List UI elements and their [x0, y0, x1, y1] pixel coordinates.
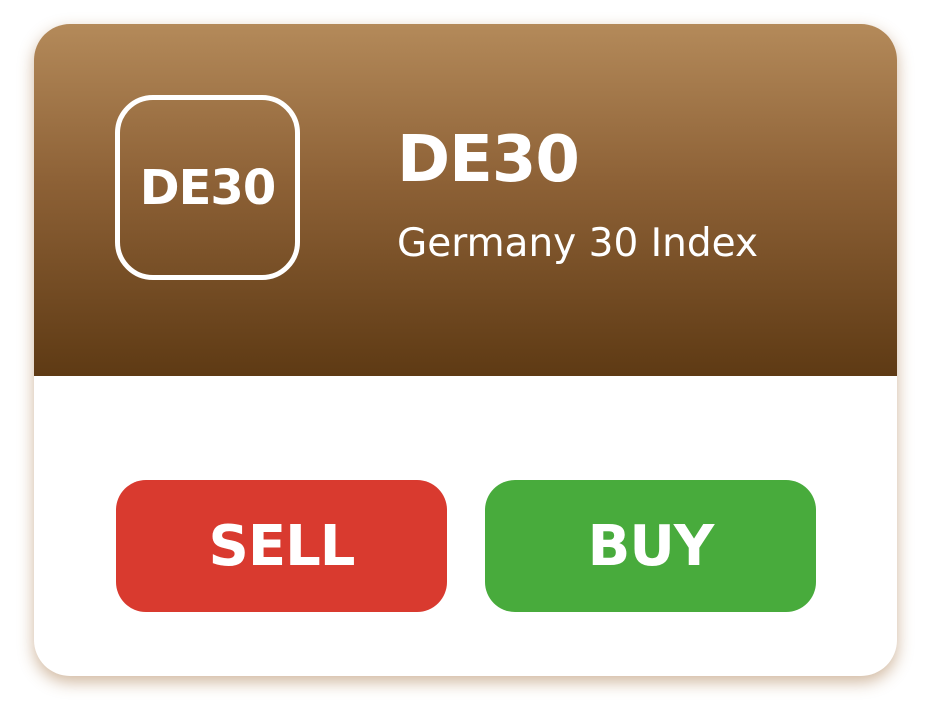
instrument-name: Germany 30 Index	[397, 221, 759, 266]
symbol-badge-text: DE30	[139, 159, 276, 216]
sell-button-label: SELL	[208, 513, 356, 579]
sell-button[interactable]: SELL	[116, 480, 447, 612]
buy-button[interactable]: BUY	[485, 480, 816, 612]
card-header: DE30 DE30 Germany 30 Index	[34, 24, 897, 376]
symbol-badge: DE30	[115, 95, 300, 280]
instrument-card: DE30 DE30 Germany 30 Index SELL BUY	[34, 24, 897, 676]
instrument-symbol: DE30	[397, 123, 580, 197]
buy-button-label: BUY	[587, 513, 715, 579]
